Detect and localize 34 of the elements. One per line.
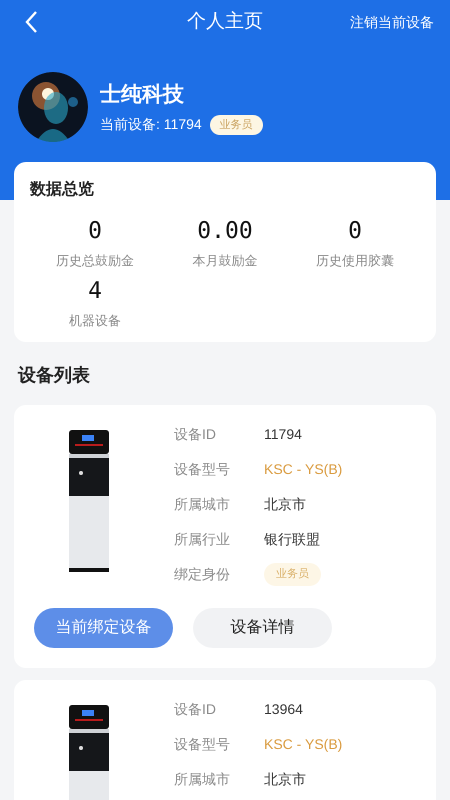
role-badge: 业务员: [210, 114, 263, 135]
bound-device-button[interactable]: 当前绑定设备: [34, 608, 173, 648]
page-title: 个人主页: [187, 10, 263, 34]
field-label: 所属城市: [174, 770, 231, 789]
stat-label: 机器设备: [69, 312, 121, 330]
field-value: 13964: [264, 700, 303, 719]
field-label: 所属城市: [174, 495, 231, 514]
section-title: 数据总览: [30, 180, 95, 200]
field-label: 设备型号: [174, 735, 231, 754]
stat-value: 0.00: [197, 217, 253, 246]
field-label: 所属行业: [174, 530, 231, 549]
field-value: 银行联盟: [264, 530, 320, 549]
stat-value: 4: [88, 277, 102, 306]
field-value: 北京市: [264, 495, 306, 514]
current-device-text: 当前设备: 11794: [100, 115, 202, 134]
stat-value: 0: [348, 217, 362, 246]
role-badge: 业务员: [264, 563, 321, 586]
logout-device-link[interactable]: 注销当前设备: [350, 12, 434, 32]
field-value: 11794: [264, 425, 302, 444]
field-value: KSC - YS(B): [264, 460, 342, 479]
field-value: 北京市: [264, 770, 306, 789]
stat-value: 0: [88, 217, 102, 246]
section-title: 设备列表: [16, 364, 91, 387]
field-value: KSC - YS(B): [264, 735, 342, 754]
field-label: 设备型号: [174, 460, 231, 479]
company-name: 士纯科技: [100, 82, 185, 108]
stat-label: 历史总鼓励金: [56, 252, 134, 270]
back-icon[interactable]: [24, 10, 38, 34]
details-button[interactable]: 设备详情: [193, 608, 332, 648]
stat-label: 本月鼓励金: [192, 252, 258, 270]
field-label: 设备ID: [174, 700, 217, 719]
field-label: 绑定身份: [174, 565, 231, 584]
field-label: 设备ID: [174, 425, 217, 444]
stat-label: 历史使用胶囊: [316, 252, 394, 270]
